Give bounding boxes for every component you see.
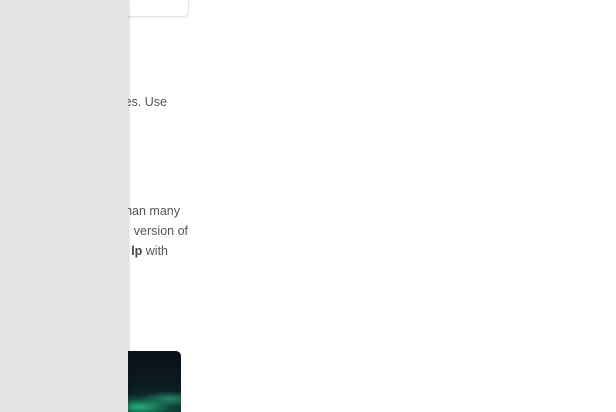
- paragraph-line: version of: [133, 224, 188, 238]
- paragraph-line: with: [142, 244, 168, 258]
- side-panel[interactable]: [0, 0, 128, 412]
- bold-text: lp: [131, 244, 143, 258]
- paragraph-line: es. Use: [124, 95, 167, 109]
- page: es. Use han many version of lp with: [0, 0, 616, 412]
- paragraph-line: han many: [125, 204, 180, 218]
